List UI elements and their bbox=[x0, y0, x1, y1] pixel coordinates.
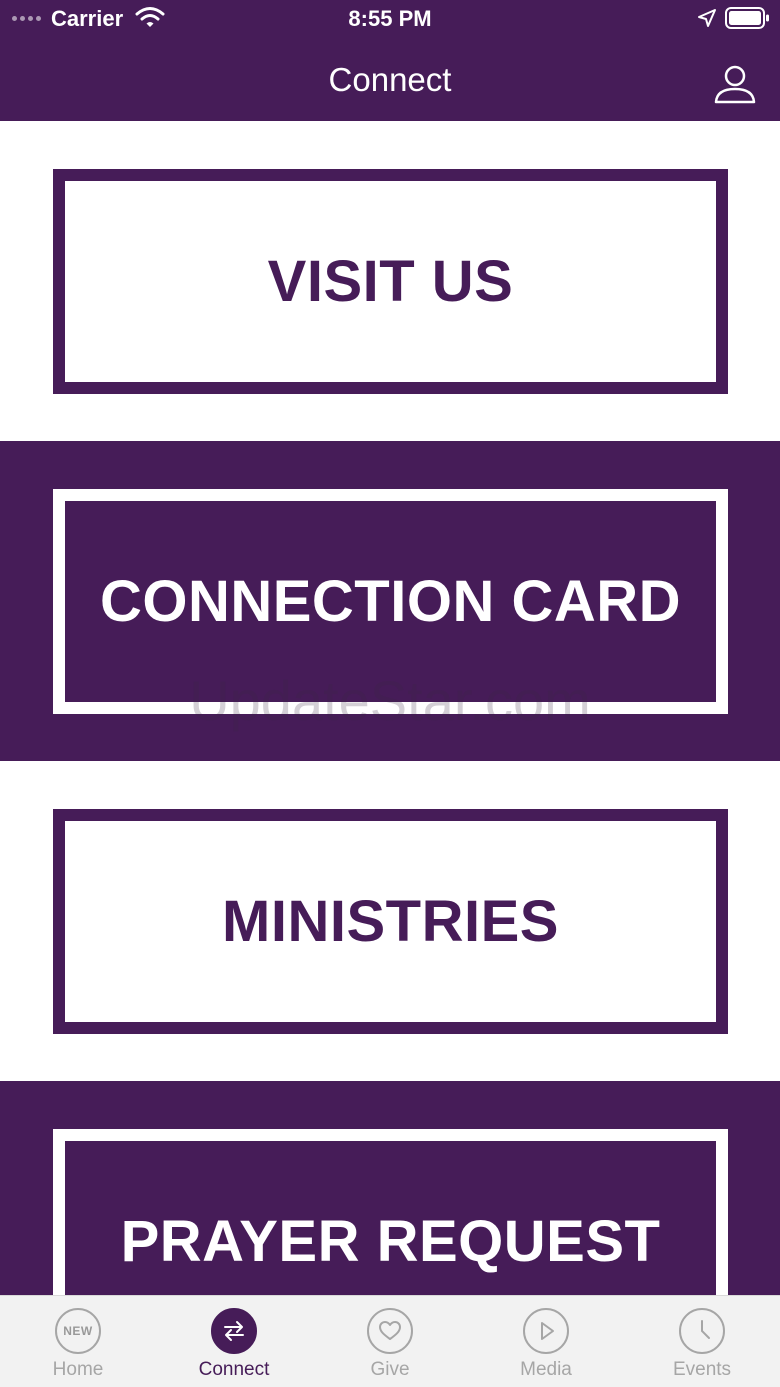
app-header: Carrier 8:55 PM Connect bbox=[0, 0, 780, 121]
prayer-request-label: PRAYER REQUEST bbox=[120, 1209, 661, 1274]
visit-us-label: VISIT US bbox=[267, 249, 514, 314]
status-time: 8:55 PM bbox=[348, 6, 432, 31]
status-bar: Carrier 8:55 PM bbox=[0, 0, 780, 40]
tab-give[interactable]: Give bbox=[312, 1296, 468, 1387]
ministries-button[interactable]: MINISTRIES bbox=[53, 809, 728, 1034]
tab-media[interactable]: Media bbox=[468, 1296, 624, 1387]
play-icon bbox=[523, 1308, 569, 1354]
clock-icon bbox=[679, 1308, 725, 1354]
heart-icon bbox=[367, 1308, 413, 1354]
page-title: Connect bbox=[328, 61, 452, 98]
tab-home-label: Home bbox=[52, 1359, 104, 1380]
tab-events[interactable]: Events bbox=[624, 1296, 780, 1387]
connection-card-section: CONNECTION CARD bbox=[0, 441, 780, 761]
swap-arrows-icon bbox=[211, 1308, 257, 1354]
tab-bar: NEW Home Connect Give Media Events bbox=[0, 1295, 780, 1387]
tab-connect[interactable]: Connect bbox=[156, 1296, 312, 1387]
new-badge-icon: NEW bbox=[55, 1308, 101, 1354]
connection-card-button[interactable]: CONNECTION CARD bbox=[53, 489, 728, 714]
tab-home[interactable]: NEW Home bbox=[0, 1296, 156, 1387]
ministries-section: MINISTRIES bbox=[0, 761, 780, 1081]
new-badge-text: NEW bbox=[63, 1324, 93, 1338]
battery-icon bbox=[725, 7, 769, 29]
ministries-label: MINISTRIES bbox=[222, 889, 559, 954]
tab-media-label: Media bbox=[520, 1359, 572, 1380]
connection-card-label: CONNECTION CARD bbox=[99, 569, 682, 634]
tab-events-label: Events bbox=[672, 1359, 732, 1380]
profile-icon[interactable] bbox=[713, 62, 757, 106]
visit-us-section: VISIT US bbox=[0, 121, 780, 441]
visit-us-button[interactable]: VISIT US bbox=[53, 169, 728, 394]
tab-give-label: Give bbox=[370, 1359, 410, 1380]
tab-connect-label: Connect bbox=[198, 1359, 270, 1380]
location-arrow-icon bbox=[698, 9, 716, 27]
